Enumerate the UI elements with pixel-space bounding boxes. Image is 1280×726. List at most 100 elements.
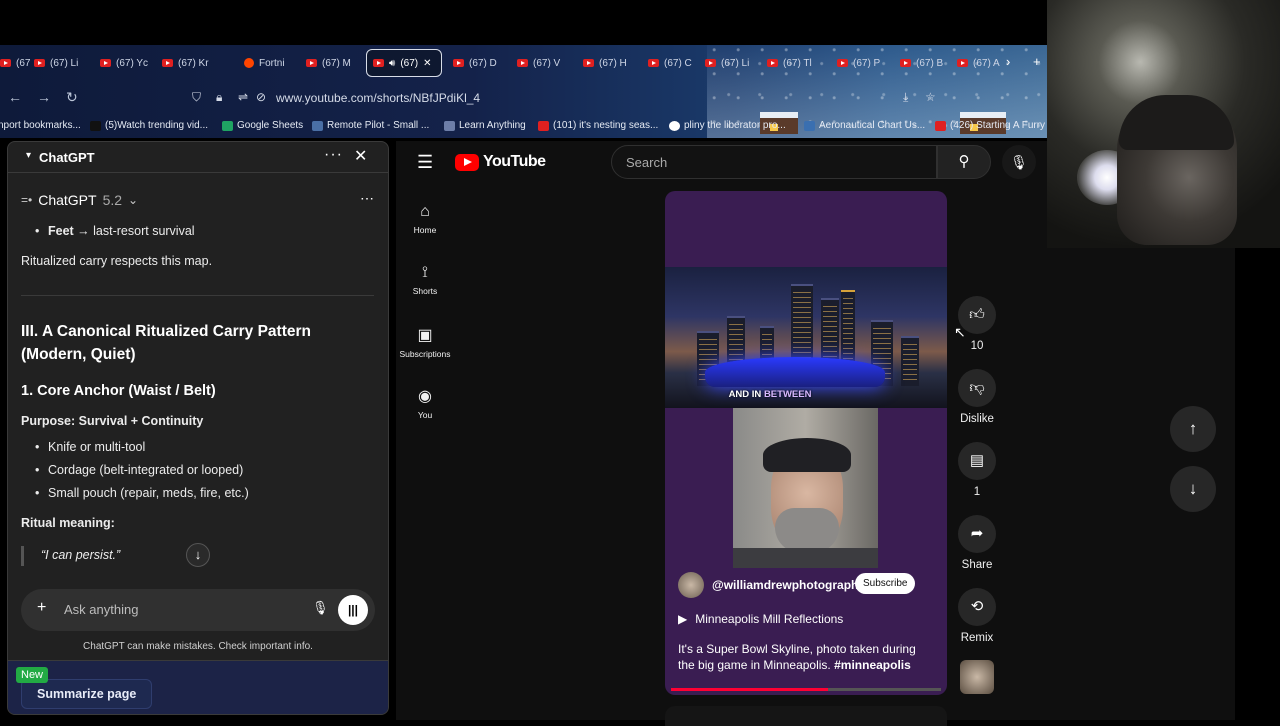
- youtube-logo[interactable]: YouTube: [455, 153, 546, 171]
- nav-home[interactable]: ⌂ Home: [396, 203, 454, 235]
- ritual-label: Ritual meaning:: [21, 516, 115, 530]
- progress-bar[interactable]: [671, 688, 828, 691]
- save-icon[interactable]: ⤓: [903, 90, 908, 105]
- browser-tab[interactable]: (67) B: [900, 50, 952, 76]
- bookmark-item[interactable]: nport bookmarks...: [0, 120, 81, 131]
- voice-search-button[interactable]: 🎙︎: [1002, 145, 1036, 179]
- youtube-favicon-icon: [373, 59, 384, 67]
- thumbs-up-icon: 👍︎: [958, 296, 996, 334]
- next-short-button[interactable]: ↓: [1170, 466, 1216, 512]
- subheading: 1. Core Anchor (Waist / Belt): [21, 383, 216, 399]
- comment-count: 1: [973, 486, 981, 498]
- bookmark-item[interactable]: (5)Watch trending vid...: [90, 120, 208, 131]
- youtube-favicon-icon: [453, 59, 464, 67]
- browser-tab[interactable]: (67) A: [957, 50, 1001, 76]
- add-attachment-icon[interactable]: +: [37, 599, 46, 617]
- list-item: Cordage (belt-integrated or looped): [35, 463, 243, 477]
- browser-tab[interactable]: 🔊︎ (67) ✕: [366, 49, 442, 77]
- shorts-icon: ⟟: [422, 264, 428, 281]
- browser-tab[interactable]: Fortni: [244, 50, 302, 76]
- shield-icon[interactable]: ⛉: [192, 90, 201, 105]
- previous-short-button[interactable]: ↑: [1170, 406, 1216, 452]
- browser-tab[interactable]: (67) Kr: [162, 50, 234, 76]
- bookmark-item[interactable]: Google Sheets: [222, 120, 303, 131]
- comments-button[interactable]: ▤ 1: [956, 442, 998, 498]
- search-input[interactable]: Search: [611, 145, 937, 179]
- browser-tab[interactable]: (67) V: [517, 50, 575, 76]
- panel-more-icon[interactable]: ···: [324, 146, 343, 164]
- learn-icon: [444, 120, 455, 131]
- share-icon: ➦: [958, 515, 996, 553]
- model-selector[interactable]: =• ChatGPT 5.2 ⌄: [21, 192, 138, 208]
- like-button[interactable]: 👍︎ 10: [956, 296, 998, 352]
- model-name: ChatGPT: [38, 192, 97, 208]
- bookmark-item[interactable]: Aeronautical Chart Us...: [804, 120, 925, 131]
- nav-you[interactable]: ◉ You: [396, 386, 454, 420]
- summarize-page-button[interactable]: Summarize page: [21, 679, 153, 709]
- search-button[interactable]: ⚲: [937, 145, 991, 179]
- video-presenter: [733, 408, 878, 568]
- youtube-favicon-icon: [306, 59, 317, 67]
- google-icon: [669, 120, 680, 131]
- scroll-down-button[interactable]: ↓: [186, 543, 210, 567]
- sound-link[interactable]: ▶ Minneapolis Mill Reflections: [678, 612, 843, 626]
- back-icon[interactable]: ←: [8, 89, 22, 105]
- browser-tab[interactable]: (67) Tl: [767, 50, 831, 76]
- nav-subscriptions[interactable]: ▣ Subscriptions: [396, 325, 454, 359]
- browser-tab[interactable]: (67) Li: [34, 50, 92, 76]
- subscribe-button[interactable]: Subscribe: [855, 573, 916, 594]
- permissions-icon[interactable]: ⇌: [238, 90, 248, 104]
- browser-tab[interactable]: (67) Tl: [0, 50, 30, 76]
- channel-info[interactable]: @williamdrewphotography: [678, 572, 865, 598]
- bookmark-item[interactable]: (101) it's nesting seas...: [538, 120, 658, 131]
- tab-scroll-right-icon[interactable]: ›: [1006, 54, 1010, 69]
- panel-title[interactable]: ChatGPT: [39, 150, 95, 165]
- youtube-favicon-icon: [837, 59, 848, 67]
- chat-input[interactable]: + Ask anything 🎙︎ |||: [21, 589, 375, 631]
- reload-icon[interactable]: ↻: [66, 89, 78, 106]
- remix-button[interactable]: ⟲ Remix: [956, 588, 998, 644]
- tab-label: (67) Tl: [783, 57, 812, 69]
- new-tab-icon[interactable]: +: [1033, 54, 1041, 69]
- panel-close-icon[interactable]: ✕: [354, 146, 367, 166]
- panel-dropdown-icon[interactable]: ▾: [26, 150, 31, 161]
- browser-tab[interactable]: (67) C: [648, 50, 700, 76]
- webcam-overlay: [1047, 0, 1280, 248]
- channel-handle[interactable]: @williamdrewphotography: [712, 578, 865, 592]
- hashtag-link[interactable]: #minneapolis: [834, 658, 911, 672]
- browser-tab[interactable]: (67) Li: [705, 50, 763, 76]
- video-skyline-image: AND IN BETWEEN: [665, 267, 947, 408]
- lock-icon[interactable]: 🔒︎: [216, 90, 222, 105]
- sheets-icon: [222, 120, 233, 131]
- browser-tab[interactable]: (67) P: [837, 50, 895, 76]
- browser-tab[interactable]: (67) Yc: [100, 50, 158, 76]
- ask-placeholder[interactable]: Ask anything: [64, 602, 138, 617]
- audio-playing-icon[interactable]: 🔊︎: [389, 58, 395, 69]
- browser-tab[interactable]: (67) M: [306, 50, 362, 76]
- tab-close-icon[interactable]: ✕: [423, 58, 431, 69]
- mute-icon[interactable]: ⊘: [256, 90, 266, 104]
- bookmark-item[interactable]: Remote Pilot - Small ...: [312, 120, 429, 131]
- forward-icon[interactable]: →: [37, 89, 51, 105]
- tab-label: (67) M: [322, 57, 351, 69]
- short-video-player[interactable]: AND IN BETWEEN @williamdrewphotography S…: [665, 191, 947, 695]
- microphone-icon[interactable]: 🎙︎: [312, 600, 329, 616]
- sidebar-toggle-icon[interactable]: =•: [21, 193, 32, 207]
- sound-avatar[interactable]: [960, 660, 994, 694]
- channel-avatar[interactable]: [678, 572, 704, 598]
- url-field[interactable]: www.youtube.com/shorts/NBfJPdiKl_4: [276, 91, 480, 105]
- browser-tab[interactable]: (67) D: [453, 50, 511, 76]
- hamburger-menu-icon[interactable]: ☰: [417, 152, 433, 173]
- nav-shorts[interactable]: ⟟ Shorts: [396, 264, 454, 296]
- conversation-options-icon[interactable]: ⋯: [360, 190, 374, 207]
- browser-tab[interactable]: (67) H: [583, 50, 641, 76]
- dislike-button[interactable]: 👎︎ Dislike: [956, 369, 998, 425]
- bookmark-item[interactable]: pliny the liberator pro...: [669, 120, 786, 131]
- bookmark-item[interactable]: Learn Anything: [444, 120, 526, 131]
- youtube-favicon-icon: [900, 59, 911, 67]
- next-short-preview[interactable]: [665, 706, 947, 726]
- share-button[interactable]: ➦ Share: [956, 515, 998, 571]
- bookmark-item[interactable]: (426) Starting A Furry: [935, 120, 1045, 131]
- voice-mode-icon[interactable]: |||: [338, 595, 368, 625]
- bookmark-star-icon[interactable]: ☆: [925, 90, 936, 104]
